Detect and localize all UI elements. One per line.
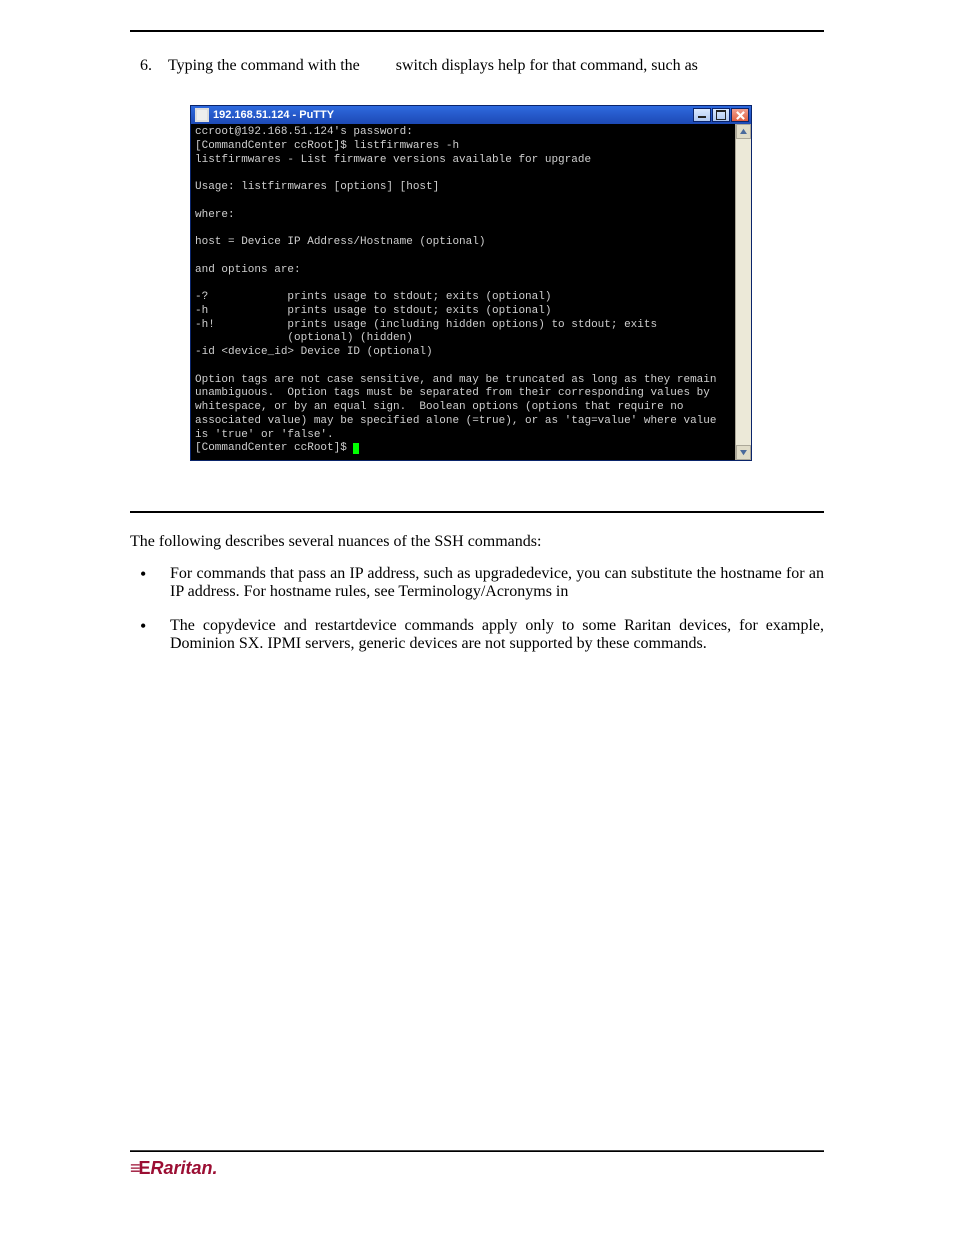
minimize-button[interactable] xyxy=(693,108,711,122)
step-6: 6. Typing the command with the switch di… xyxy=(140,57,824,75)
scroll-down-icon[interactable] xyxy=(736,445,751,460)
scrollbar[interactable] xyxy=(735,124,751,460)
putty-app-icon xyxy=(195,108,209,122)
putty-titlebar[interactable]: 192.168.51.124 - PuTTY xyxy=(191,106,751,124)
bullet-text: For commands that pass an IP address, su… xyxy=(170,565,824,601)
brand-logo: ≡ERaritan. xyxy=(130,1158,218,1178)
bullet-icon: • xyxy=(130,565,170,601)
terminal-output[interactable]: ccroot@192.168.51.124's password: [Comma… xyxy=(191,124,735,460)
list-item: •The copydevice and restartdevice comman… xyxy=(130,617,824,653)
step-text: Typing the command with the switch displ… xyxy=(168,57,824,75)
footer-rule: ≡ERaritan. xyxy=(130,1151,824,1179)
bullet-text: The copydevice and restartdevice command… xyxy=(170,617,824,653)
header-rule xyxy=(130,30,824,32)
maximize-button[interactable] xyxy=(712,108,730,122)
step-text-a: Typing the command with the xyxy=(168,57,360,74)
terminal-cursor xyxy=(353,443,359,454)
scroll-up-icon[interactable] xyxy=(736,124,751,139)
bullet-icon: • xyxy=(130,617,170,653)
section-intro: The following describes several nuances … xyxy=(130,533,824,551)
brand-logo-icon: ≡E xyxy=(130,1158,149,1178)
section-rule xyxy=(130,511,824,513)
step-text-b: switch displays help for that command, s… xyxy=(396,57,698,74)
scroll-track[interactable] xyxy=(736,139,751,445)
close-button[interactable] xyxy=(731,108,749,122)
step-number: 6. xyxy=(140,57,168,75)
brand-name: Raritan. xyxy=(151,1158,218,1178)
list-item: •For commands that pass an IP address, s… xyxy=(130,565,824,601)
putty-title-text: 192.168.51.124 - PuTTY xyxy=(213,109,692,121)
putty-window: 192.168.51.124 - PuTTY ccroot@192.168.51… xyxy=(190,105,752,461)
